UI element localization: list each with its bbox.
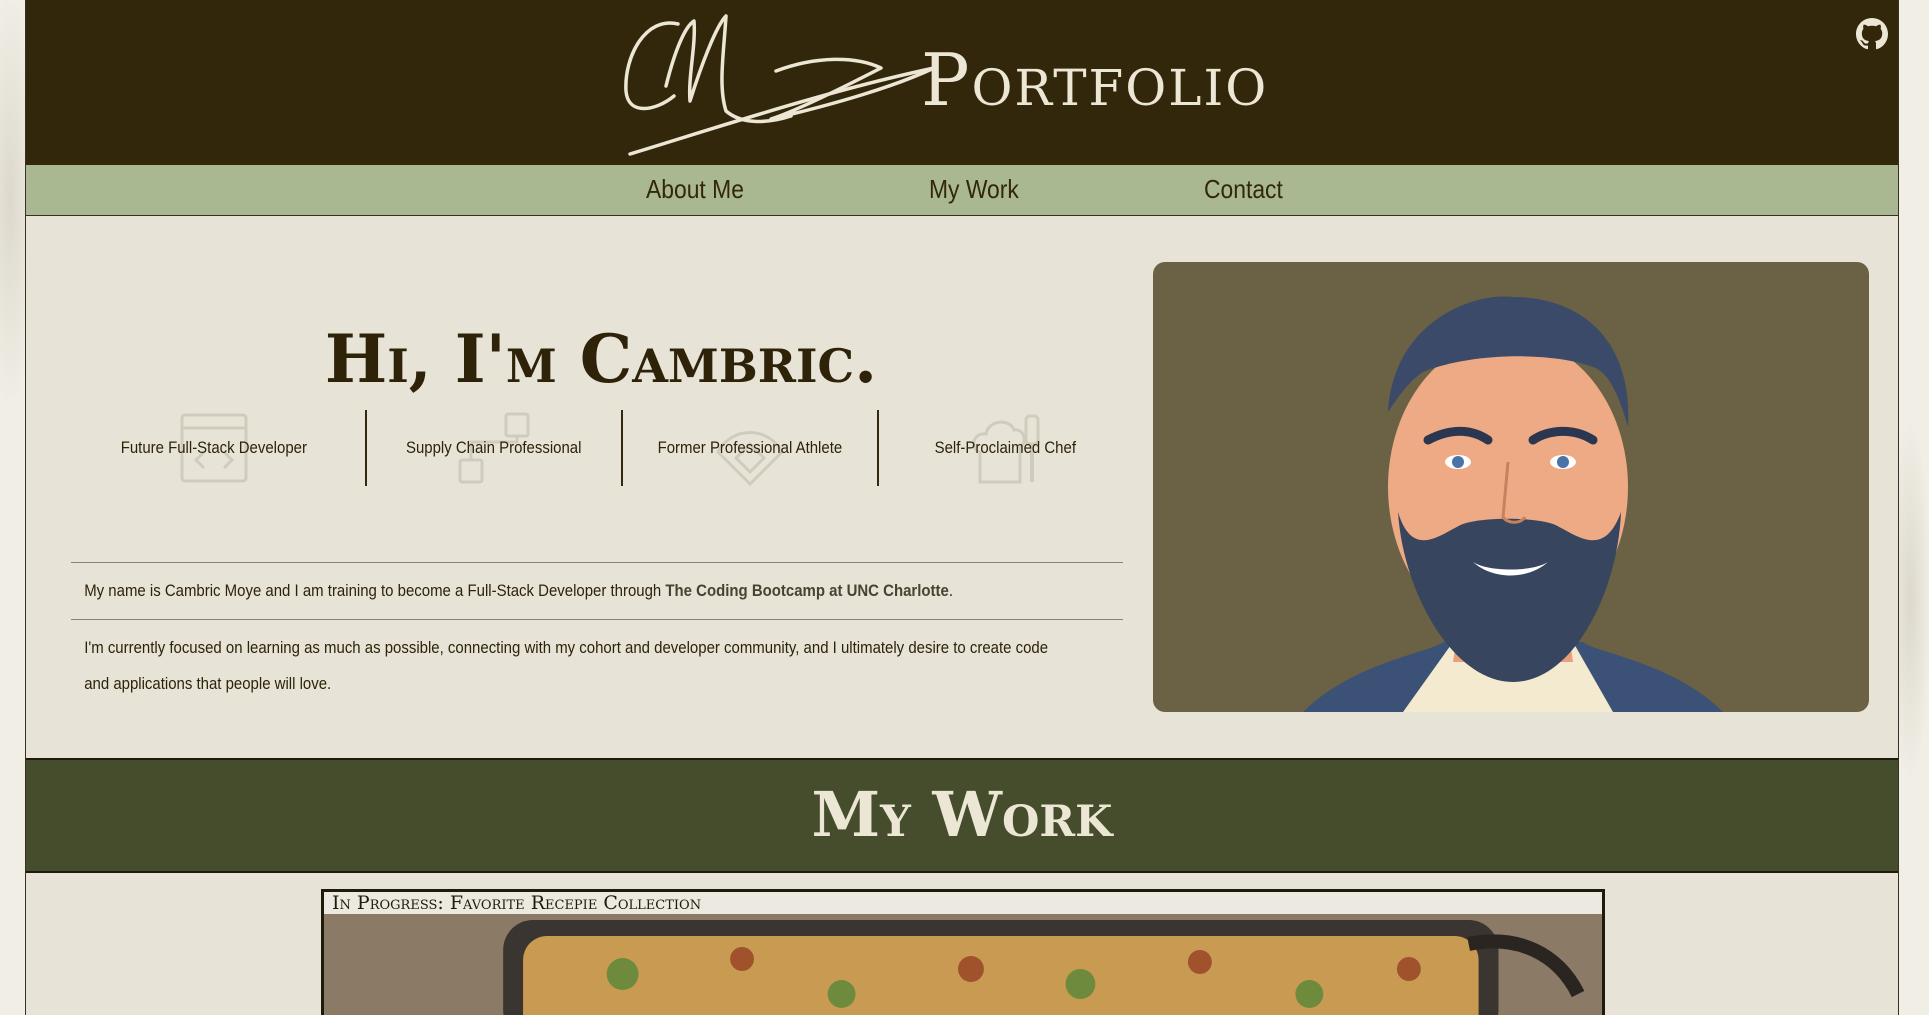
project-image-pizza — [324, 914, 1602, 1015]
roles-row: Future Full-Stack Developer Supply Chain… — [86, 410, 1116, 486]
nav-contact[interactable]: Contact — [1204, 174, 1283, 205]
bootcamp-name: The Coding Bootcamp at UNC Charlotte — [665, 581, 949, 600]
role-chef: Self-Proclaimed Chef — [878, 410, 1133, 486]
profile-portrait — [1153, 262, 1869, 712]
github-icon[interactable] — [1856, 18, 1888, 50]
my-work-section-header: My Work — [26, 758, 1898, 873]
hero-title: Hi, I'm Cambric. — [324, 320, 878, 398]
nav-about-me[interactable]: About Me — [646, 174, 744, 205]
role-label: Former Professional Athlete — [657, 438, 842, 457]
about-text: My name is Cambric Moye and I am trainin… — [84, 581, 666, 600]
site-header: Portfolio — [26, 0, 1898, 165]
page-container: Portfolio About Me My Work Contact Hi, I… — [25, 0, 1899, 1015]
brand-title: Portfolio — [921, 38, 1269, 122]
project-card[interactable]: In Progress: Favorite Recepie Collection — [321, 889, 1605, 1015]
role-supply-chain: Supply Chain Professional — [366, 410, 621, 486]
project-title: In Progress: Favorite Recepie Collection — [324, 892, 1602, 914]
role-athlete: Former Professional Athlete — [622, 410, 877, 486]
role-label: Self-Proclaimed Chef — [934, 438, 1077, 457]
portrait-illustration — [1303, 296, 1723, 712]
about-text: . — [948, 581, 953, 600]
about-paragraph-1: My name is Cambric Moye and I am trainin… — [71, 563, 1065, 619]
nav-my-work[interactable]: My Work — [929, 174, 1019, 205]
about-section: My name is Cambric Moye and I am trainin… — [71, 562, 1123, 712]
about-paragraph-2: I'm currently focused on learning as muc… — [84, 638, 1049, 693]
role-developer: Future Full-Stack Developer — [86, 410, 341, 486]
role-label: Future Full-Stack Developer — [120, 438, 307, 457]
role-label: Supply Chain Professional — [405, 438, 582, 457]
my-work-title: My Work — [811, 778, 1113, 851]
main-nav: About Me My Work Contact — [26, 165, 1898, 216]
signature-logo[interactable] — [616, 6, 946, 156]
